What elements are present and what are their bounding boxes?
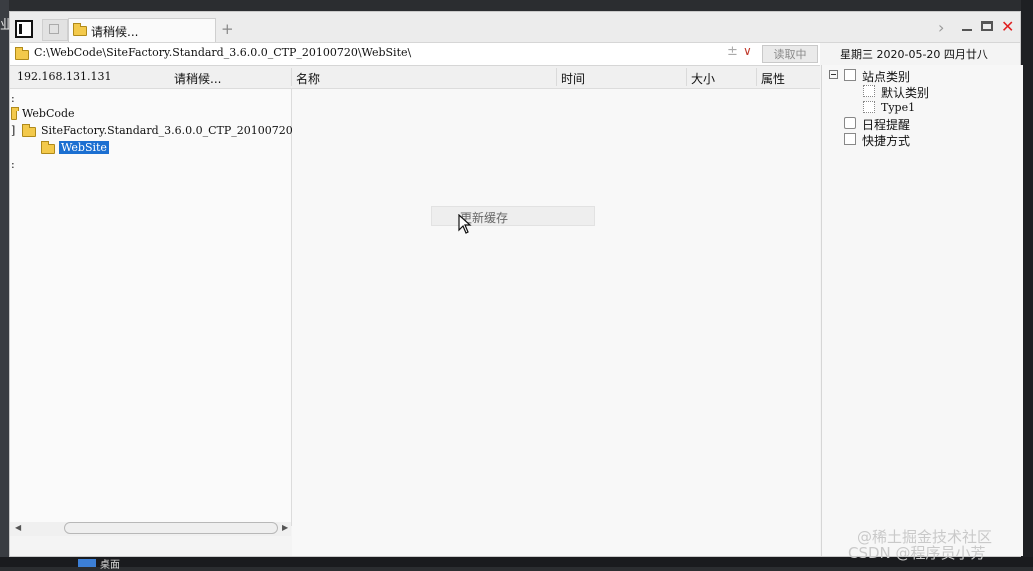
folder-icon [22, 124, 36, 137]
column-divider [686, 68, 687, 86]
context-menu-item[interactable]: 更新缓存 [431, 206, 595, 226]
tree-item-sitefactory[interactable]: SiteFactory.Standard_3.6.0.0_CTP_2010072… [41, 124, 293, 137]
scroll-right-icon[interactable]: ▶ [282, 523, 288, 532]
desktop-folder-icon[interactable] [78, 559, 96, 567]
folder-tree[interactable]: : WebCode ] SiteFactory.Standard_3.6.0.0… [10, 89, 293, 526]
folder-icon [11, 107, 19, 120]
column-time[interactable]: 时间 [561, 70, 585, 87]
column-divider [756, 68, 757, 86]
tree-item-website[interactable]: WebSite [59, 141, 109, 154]
taskbar-label[interactable]: 桌面 [100, 556, 120, 571]
address-folder-icon [15, 47, 29, 60]
tree-root-marker: : [11, 92, 15, 105]
category-icon [844, 69, 856, 81]
read-button[interactable]: 读取中 [762, 45, 818, 63]
file-manager-window: 请稍候... + › ✕ C:\WebCode\SiteFactory.Stan… [9, 11, 1023, 557]
category-panel: 站点类别 默认类别 Type1 日程提醒 快捷方式 [821, 65, 1023, 556]
pin-icon[interactable]: ± [727, 44, 738, 59]
host-address: 192.168.131.131 [17, 70, 112, 83]
list-header: 192.168.131.131 请稍候... 名称 时间 大小 属性 [10, 66, 820, 89]
column-attributes[interactable]: 属性 [761, 70, 785, 87]
minimize-icon[interactable] [962, 29, 972, 31]
schedule-reminder[interactable]: 日程提醒 [862, 116, 910, 133]
shortcut-icon [844, 133, 856, 145]
collapse-icon[interactable] [829, 70, 838, 79]
category-item-icon [863, 85, 875, 97]
site-categories[interactable]: 站点类别 [862, 68, 910, 85]
tab-page-icon [49, 24, 59, 34]
tab-title: 请稍候... [91, 25, 139, 39]
type1-category[interactable]: Type1 [881, 101, 915, 114]
new-tab-button[interactable]: + [221, 20, 234, 38]
scroll-left-icon[interactable]: ◀ [15, 523, 21, 532]
tree-expander[interactable]: ] [11, 124, 15, 137]
shortcuts[interactable]: 快捷方式 [862, 132, 910, 149]
desktop-left-edge [0, 0, 9, 567]
tree-marker: : [11, 158, 15, 171]
schedule-icon [844, 117, 856, 129]
chevron-right-icon[interactable]: › [938, 18, 944, 37]
loading-status: 请稍候... [174, 72, 222, 86]
watermark-csdn: CSDN @程序员小芳 [848, 544, 986, 562]
tree-item-webcode[interactable]: WebCode [22, 107, 75, 120]
tab-active[interactable]: 请稍候... [68, 18, 216, 42]
folder-icon [73, 23, 87, 36]
date-display: 星期三 2020-05-20 四月廿八 [840, 48, 988, 61]
category-item-icon [863, 101, 875, 113]
address-bar[interactable]: C:\WebCode\SiteFactory.Standard_3.6.0.0_… [10, 43, 820, 66]
inactive-tab[interactable] [42, 19, 68, 41]
mouse-cursor-icon [458, 214, 472, 234]
folder-open-icon [41, 141, 55, 154]
chevron-down-icon[interactable]: ∨ [743, 44, 752, 58]
address-path[interactable]: C:\WebCode\SiteFactory.Standard_3.6.0.0_… [34, 46, 411, 59]
column-size[interactable]: 大小 [691, 70, 715, 87]
toggle-panel-icon[interactable] [15, 20, 33, 38]
column-name[interactable]: 名称 [296, 70, 320, 87]
close-icon[interactable]: ✕ [1001, 17, 1014, 36]
column-divider [556, 68, 557, 86]
default-category[interactable]: 默认类别 [881, 84, 929, 101]
title-bar: 请稍候... + › ✕ [10, 12, 1020, 43]
column-divider [291, 68, 292, 86]
scrollbar-thumb[interactable] [64, 522, 278, 534]
file-list[interactable]: 更新缓存 [292, 89, 820, 556]
maximize-icon[interactable] [981, 21, 993, 31]
